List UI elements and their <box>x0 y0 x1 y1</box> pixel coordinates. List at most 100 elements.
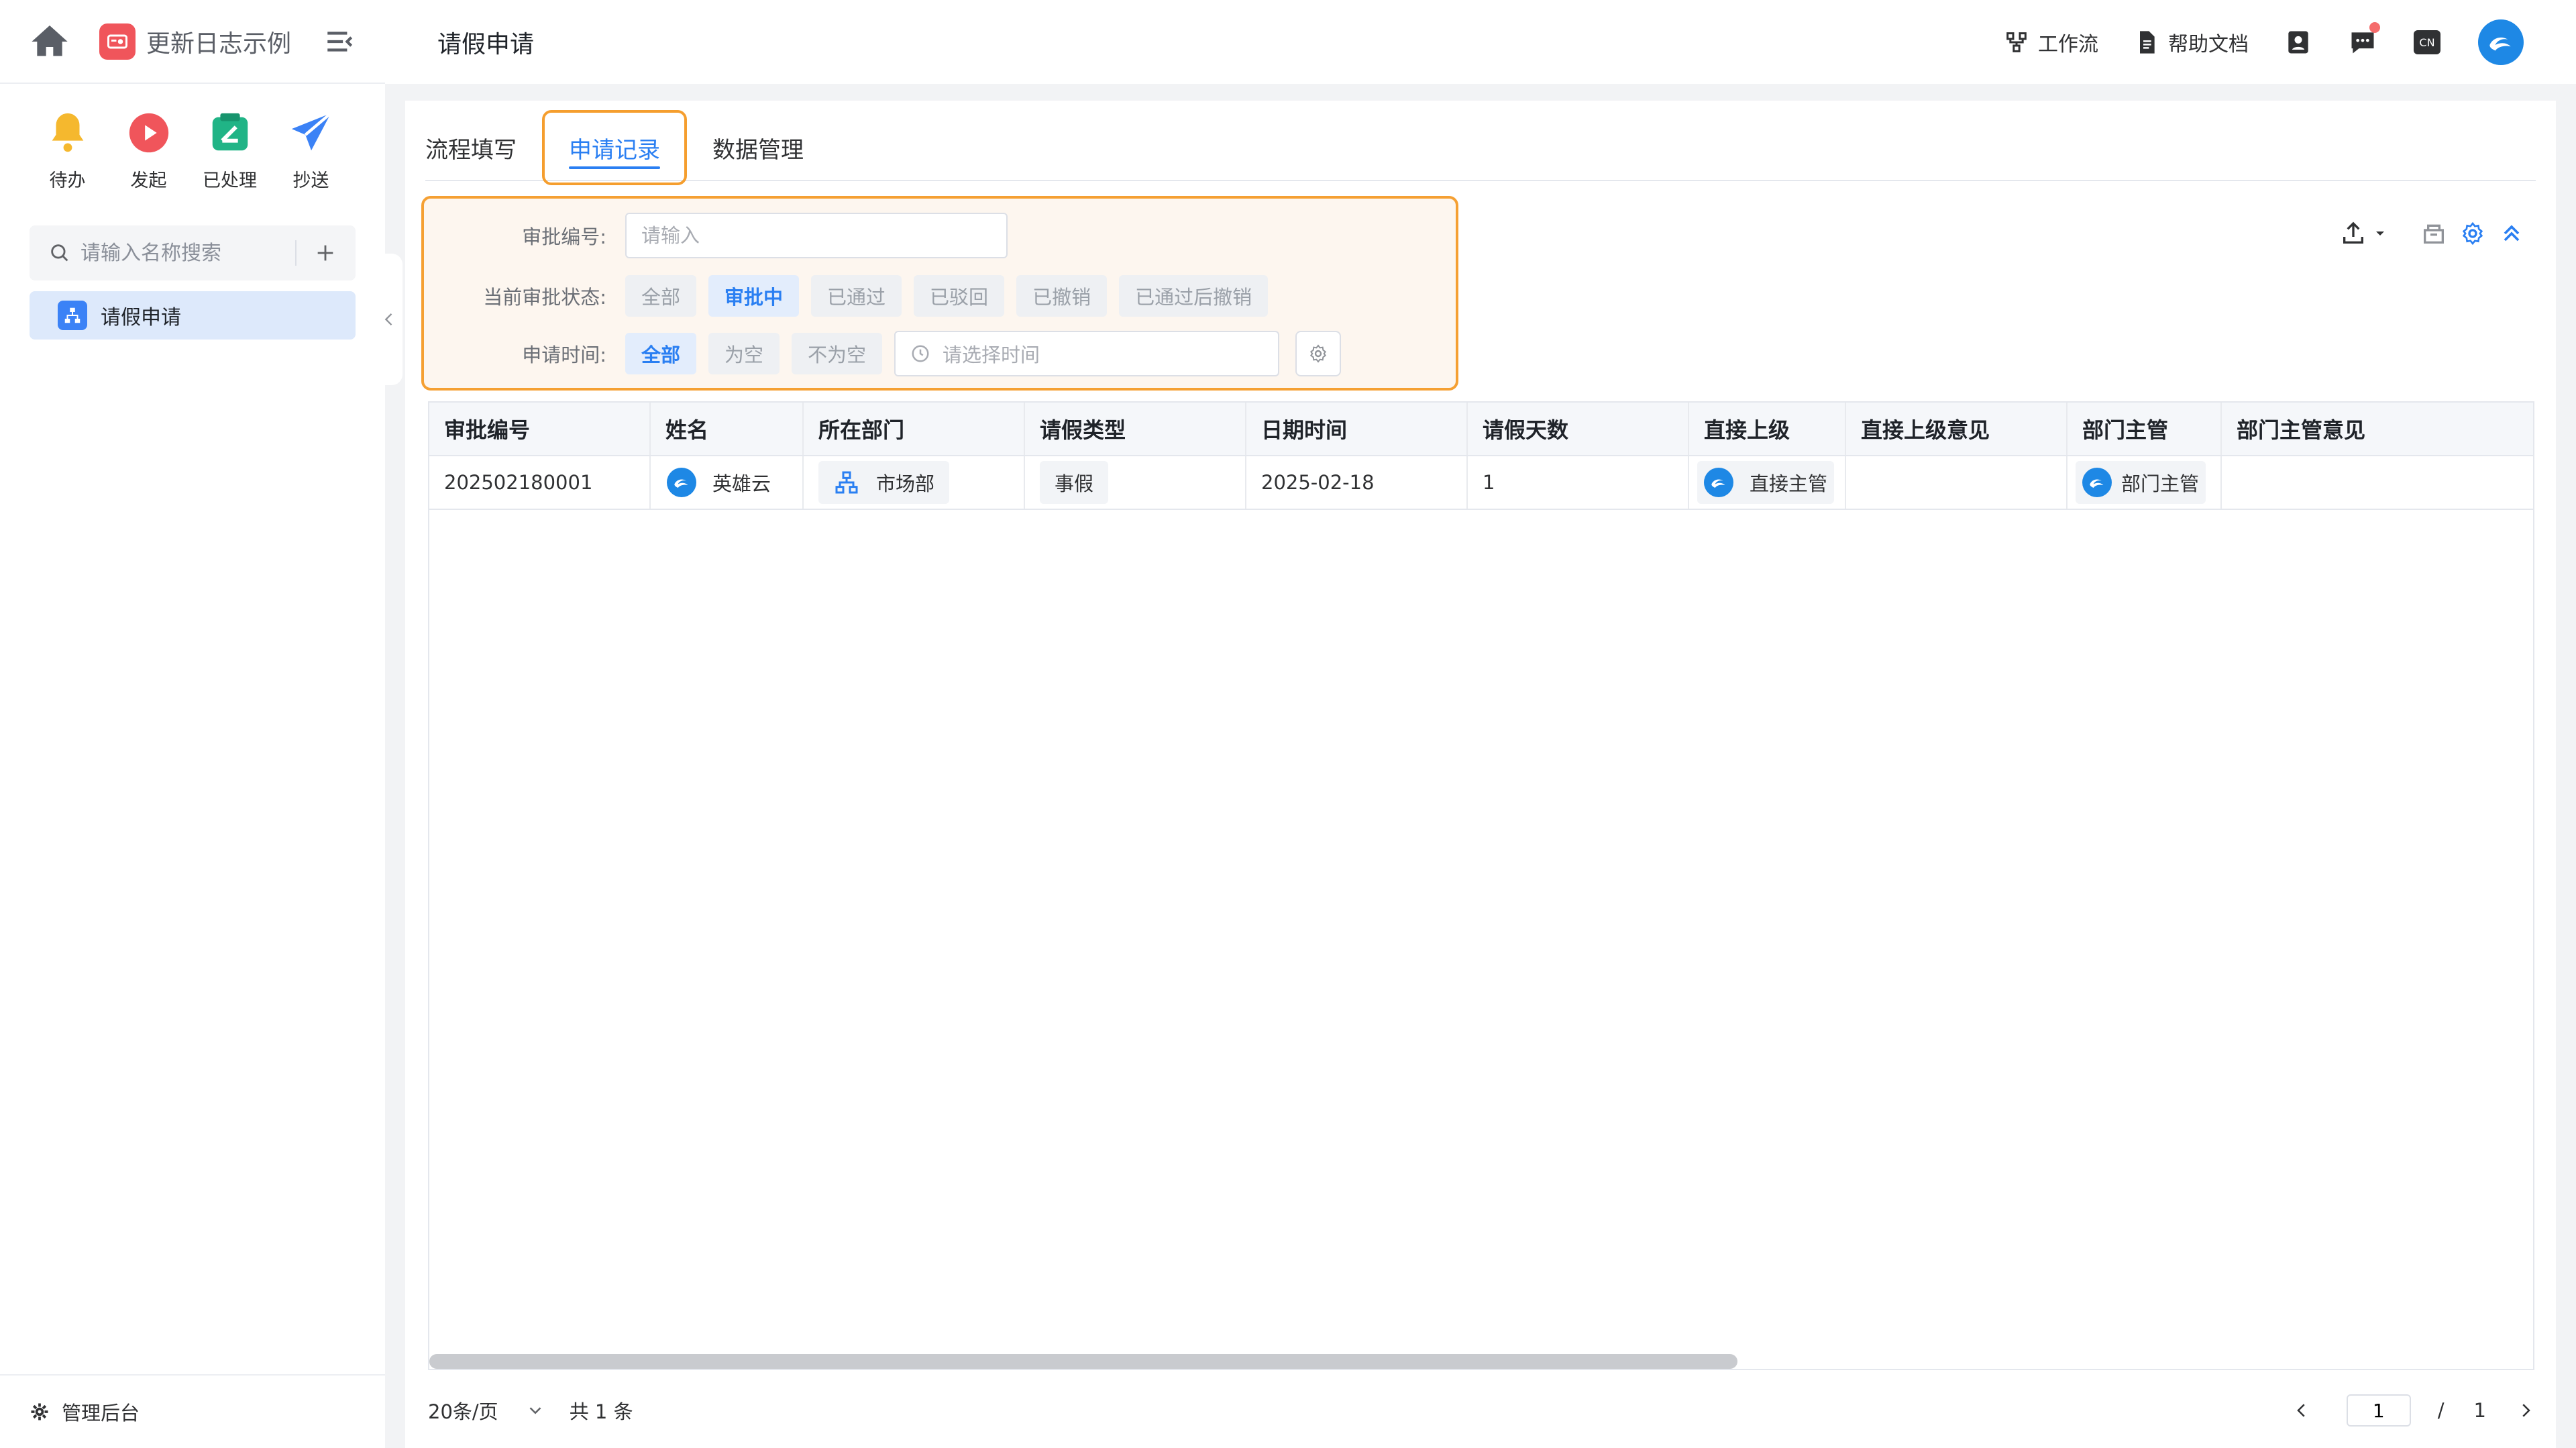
pagination-bar: 20条/页 共 1 条 / 1 <box>428 1390 2536 1431</box>
workflow-link[interactable]: 工作流 <box>2003 28 2098 57</box>
sidebar-collapse-toggle[interactable] <box>376 254 402 385</box>
time-picker[interactable]: 请选择时间 <box>894 331 1280 376</box>
quick-cc[interactable]: 抄送 <box>270 109 352 192</box>
column-header[interactable]: 审批编号 <box>429 403 651 455</box>
status-chip-revoked-after-approval[interactable]: 已通过后撤销 <box>1119 275 1269 317</box>
department-tag[interactable]: 市场部 <box>818 461 950 504</box>
top-header: 请假申请 工作流 帮助文档 CN <box>385 0 2576 84</box>
chevron-down-icon <box>529 1407 541 1414</box>
home-icon[interactable] <box>28 20 71 63</box>
prev-page-icon[interactable] <box>2292 1400 2312 1420</box>
contacts-icon[interactable] <box>2284 28 2313 57</box>
quick-actions: 待办 发起 已处理 抄送 <box>0 84 385 192</box>
sidebar-item-leave-request[interactable]: 请假申请 <box>30 291 356 340</box>
org-icon <box>58 301 87 330</box>
tab-label: 数据管理 <box>712 136 804 164</box>
bell-icon <box>52 113 83 152</box>
clock-icon <box>912 345 929 362</box>
status-chip-approved[interactable]: 已通过 <box>811 275 902 317</box>
column-header[interactable]: 请假类型 <box>1025 403 1246 455</box>
tab-application-records[interactable]: 申请记录 <box>542 110 687 185</box>
status-chip-rejected[interactable]: 已驳回 <box>914 275 1005 317</box>
help-docs-link[interactable]: 帮助文档 <box>2133 28 2249 57</box>
page-title: 请假申请 <box>437 30 535 58</box>
column-header[interactable]: 直接上级意见 <box>1846 403 2068 455</box>
search-icon <box>51 244 68 262</box>
bulk-action-icon[interactable] <box>2420 220 2447 247</box>
cell-approval-no: 202502180001 <box>429 456 651 509</box>
settings-icon[interactable] <box>2459 220 2486 247</box>
table-row[interactable]: 202502180001 英雄云 市场部 事假 2025-02-18 1 直接主… <box>429 456 2533 510</box>
export-icon[interactable] <box>2340 220 2367 247</box>
tab-bar: 流程填写 申请记录 数据管理 <box>425 110 2536 185</box>
notification-dot <box>2369 21 2380 33</box>
chevron-left-icon <box>384 313 392 325</box>
approval-no-input[interactable] <box>625 213 1008 258</box>
search-divider <box>295 240 297 266</box>
total-pages: 1 <box>2473 1399 2486 1422</box>
user-avatar-icon <box>1704 468 1733 497</box>
supervisor-tag[interactable]: 直接主管 <box>1697 461 1835 504</box>
quick-start[interactable]: 发起 <box>108 109 189 192</box>
page-number-input[interactable] <box>2346 1394 2411 1427</box>
filter-row-approval-no: 审批编号: <box>424 212 1008 259</box>
user-avatar-icon <box>667 468 696 497</box>
admin-link[interactable]: 管理后台 <box>0 1374 385 1448</box>
time-chip-empty[interactable]: 为空 <box>708 333 780 374</box>
column-header[interactable]: 直接上级 <box>1689 403 1846 455</box>
horizontal-scrollbar[interactable] <box>429 1354 1737 1369</box>
cell-date: 2025-02-18 <box>1246 456 1468 509</box>
manager-name: 部门主管 <box>2121 472 2200 495</box>
column-header[interactable]: 部门主管意见 <box>2222 403 2520 455</box>
cell-leave-type: 事假 <box>1025 456 1246 509</box>
document-icon <box>2140 30 2155 54</box>
sidebar-header: 更新日志示例 <box>0 0 385 84</box>
tab-form-fill[interactable]: 流程填写 <box>425 114 535 181</box>
status-chip-all[interactable]: 全部 <box>625 275 697 317</box>
time-chip-all[interactable]: 全部 <box>625 333 697 374</box>
status-chip-revoked[interactable]: 已撤销 <box>1016 275 1108 317</box>
quick-todo[interactable]: 待办 <box>27 109 108 192</box>
supervisor-name: 直接主管 <box>1750 472 1828 495</box>
tab-data-management[interactable]: 数据管理 <box>694 114 822 181</box>
next-page-icon[interactable] <box>2516 1400 2536 1420</box>
user-tag[interactable]: 英雄云 <box>661 461 776 504</box>
collapse-up-icon[interactable] <box>2498 220 2525 247</box>
tab-label: 申请记录 <box>569 136 660 164</box>
column-header[interactable]: 所在部门 <box>804 403 1025 455</box>
manager-tag[interactable]: 部门主管 <box>2076 461 2206 504</box>
sidebar-item-label: 请假申请 <box>101 306 181 329</box>
status-chip-in-progress[interactable]: 审批中 <box>708 275 800 317</box>
leave-type-tag: 事假 <box>1040 461 1109 504</box>
user-name: 英雄云 <box>712 472 771 495</box>
time-settings-button[interactable] <box>1295 331 1342 376</box>
department-name: 市场部 <box>876 472 935 495</box>
language-switch[interactable]: CN <box>2412 28 2442 57</box>
column-header[interactable]: 姓名 <box>651 403 804 455</box>
messages-button[interactable] <box>2348 21 2380 57</box>
column-header[interactable]: 日期时间 <box>1246 403 1468 455</box>
cell-dept-manager: 部门主管 <box>2068 456 2222 509</box>
cell-direct-supervisor: 直接主管 <box>1689 456 1846 509</box>
filter-row-status: 当前审批状态: 全部 审批中 已通过 已驳回 已撤销 已通过后撤销 <box>424 272 1280 319</box>
cell-days: 1 <box>1468 456 1689 509</box>
page-size-select[interactable]: 20条/页 <box>428 1396 545 1425</box>
caret-down-icon[interactable] <box>2372 225 2388 242</box>
cell-direct-supervisor-opinion <box>1846 456 2068 509</box>
quick-cc-label: 抄送 <box>292 170 329 191</box>
cell-name: 英雄云 <box>651 456 804 509</box>
menu-fold-icon[interactable] <box>323 25 357 58</box>
time-chip-not-empty[interactable]: 不为空 <box>792 333 883 374</box>
sidebar-search-input[interactable] <box>80 241 288 265</box>
add-icon[interactable] <box>314 242 337 264</box>
send-icon <box>291 112 332 151</box>
approval-no-label: 审批编号: <box>522 225 606 248</box>
main-card: 流程填写 申请记录 数据管理 审批编号: 当前审批状态: 全部 审批中 已通过 … <box>405 101 2556 1448</box>
app-name: 更新日志示例 <box>146 30 292 58</box>
column-header[interactable]: 请假天数 <box>1468 403 1689 455</box>
admin-label: 管理后台 <box>62 1402 140 1425</box>
quick-done[interactable]: 已处理 <box>189 109 270 192</box>
column-header[interactable]: 部门主管 <box>2068 403 2222 455</box>
total-count: 共 1 条 <box>569 1400 633 1423</box>
user-avatar[interactable] <box>2478 19 2524 65</box>
